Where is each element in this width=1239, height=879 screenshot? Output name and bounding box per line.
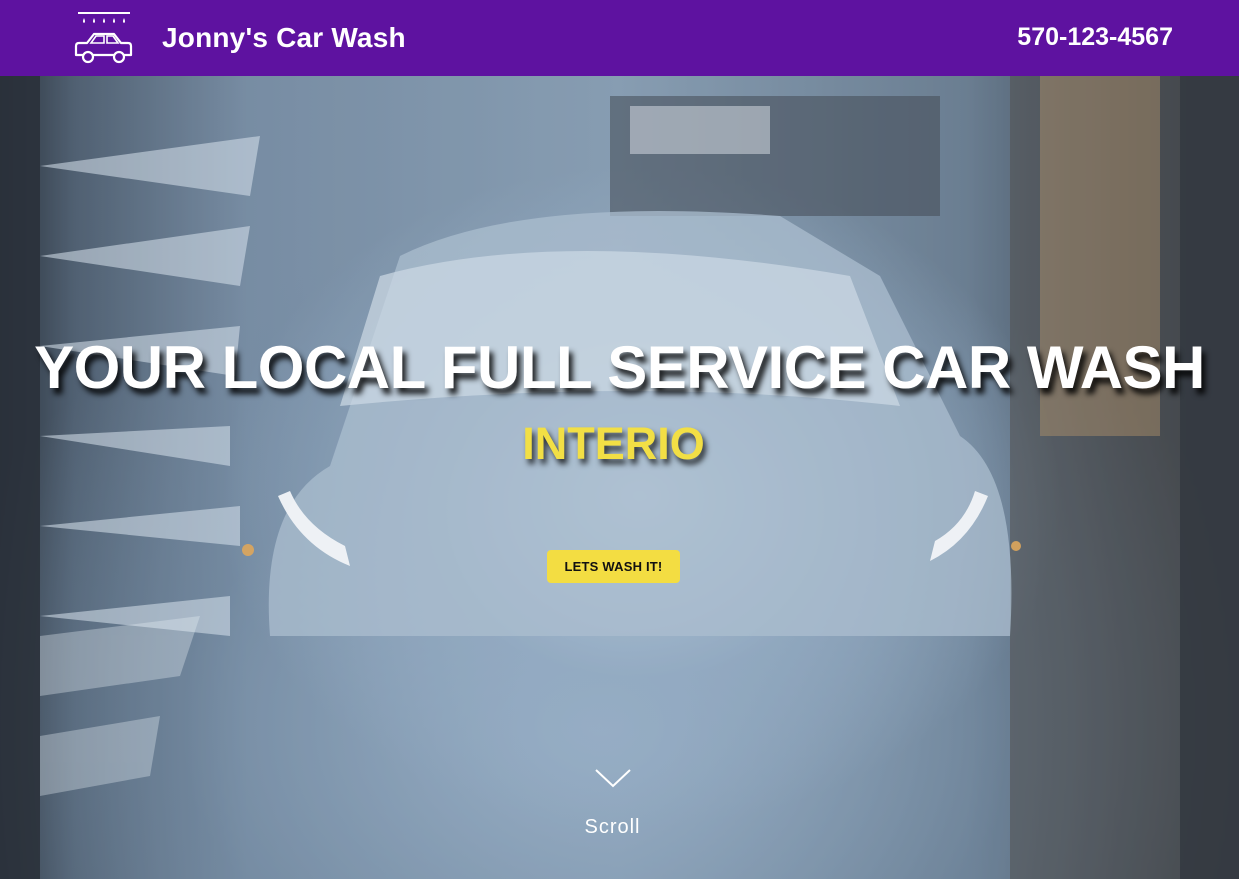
chevron-down-icon[interactable] <box>594 768 632 790</box>
car-wash-icon[interactable] <box>72 10 136 66</box>
phone-number-link[interactable]: 570-123-4567 <box>1017 23 1173 52</box>
hero-headline: YOUR LOCAL FULL SERVICE CAR WASH <box>34 334 1205 401</box>
scroll-label[interactable]: Scroll <box>0 816 1225 839</box>
brand-name[interactable]: Jonny's Car Wash <box>162 22 406 54</box>
hero-subheadline: INTERIO <box>522 418 705 469</box>
hero-section: YOUR LOCAL FULL SERVICE CAR WASH INTERIO… <box>0 76 1239 879</box>
site-header: Jonny's Car Wash 570-123-4567 <box>0 0 1239 76</box>
hero-background-image <box>0 76 1239 879</box>
lets-wash-it-button[interactable]: LETS WASH IT! <box>547 550 680 583</box>
